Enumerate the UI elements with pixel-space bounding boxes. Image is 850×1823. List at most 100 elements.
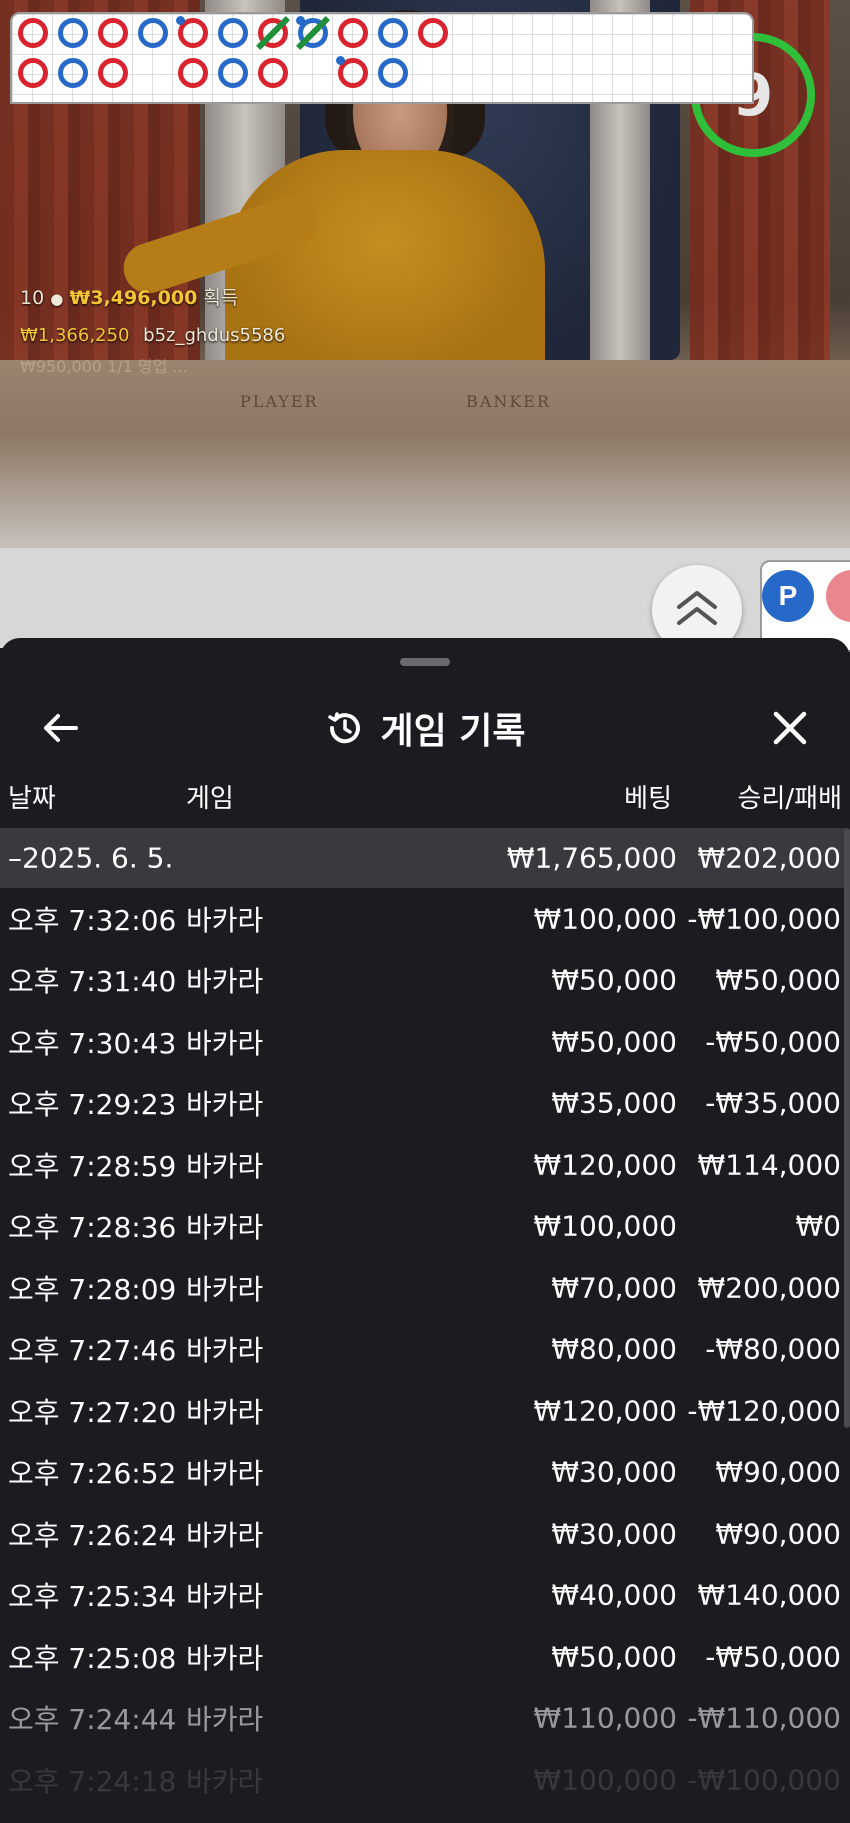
row-game: 바카라 xyxy=(186,965,264,999)
table-row[interactable]: 오후 7:26:52 바카라 ₩30,000 ₩90,000 xyxy=(0,1442,845,1504)
row-win-loss: ₩140,000 xyxy=(697,1578,841,1612)
pair-dot xyxy=(296,16,305,25)
row-bet: ₩50,000 xyxy=(551,1640,677,1674)
date-group-win-loss: ₩202,000 xyxy=(697,841,841,875)
row-win-loss: ₩90,000 xyxy=(715,1455,841,1489)
row-bet: ₩100,000 xyxy=(533,902,677,936)
back-arrow-icon[interactable] xyxy=(38,706,82,750)
row-win-loss: ₩0 xyxy=(795,1209,842,1243)
top-winner: ₩1,366,250 b5z_ghdus5586 xyxy=(20,325,285,346)
date-group-row[interactable]: –2025. 6. 5. ₩1,765,000 ₩202,000 xyxy=(0,828,845,888)
banker-bead xyxy=(18,18,48,48)
history-list[interactable]: –2025. 6. 5. ₩1,765,000 ₩202,000 오후 7:32… xyxy=(0,828,845,1811)
row-win-loss: ₩50,000 xyxy=(715,963,841,997)
row-bet: ₩30,000 xyxy=(551,1517,677,1551)
table-row[interactable]: 오후 7:31:40 바카라 ₩50,000 ₩50,000 xyxy=(0,950,845,1012)
row-bet: ₩120,000 xyxy=(533,1148,677,1182)
row-win-loss: ₩90,000 xyxy=(715,1517,841,1551)
table-row[interactable]: 오후 7:27:46 바카라 ₩80,000 -₩80,000 xyxy=(0,1319,845,1381)
player-bead xyxy=(138,18,168,48)
row-win-loss: -₩100,000 xyxy=(687,902,841,936)
bead-road[interactable] xyxy=(10,12,754,104)
winners-amount: ₩3,496,000 xyxy=(69,287,198,309)
row-game: 바카라 xyxy=(186,1518,264,1552)
person-icon: ● xyxy=(50,290,64,308)
row-game: 바카라 xyxy=(186,1703,264,1737)
row-win-loss: ₩114,000 xyxy=(697,1148,841,1182)
row-game: 바카라 xyxy=(186,1764,264,1798)
winners-suffix: 획득 xyxy=(203,287,239,309)
row-game: 바카라 xyxy=(186,903,264,937)
player-predict-badge[interactable]: P xyxy=(762,570,814,622)
table-player-label: PLAYER xyxy=(240,392,319,411)
banker-bead xyxy=(18,58,48,88)
table-row[interactable]: 오후 7:27:20 바카라 ₩120,000 -₩120,000 xyxy=(0,1380,845,1442)
col-bet: 베팅 xyxy=(624,784,672,814)
table-row[interactable]: 오후 7:29:23 바카라 ₩35,000 -₩35,000 xyxy=(0,1073,845,1135)
column-headers: 날짜 게임 베팅 승리/패배 xyxy=(0,778,850,818)
pair-dot xyxy=(336,56,345,65)
col-win-loss: 승리/패배 xyxy=(737,784,842,814)
row-win-loss: -₩100,000 xyxy=(687,1763,841,1797)
col-date: 날짜 xyxy=(8,784,56,814)
row-time: 오후 7:27:46 xyxy=(8,1334,177,1368)
row-time: 오후 7:25:34 xyxy=(8,1580,177,1614)
pair-dot xyxy=(176,16,185,25)
row-bet: ₩80,000 xyxy=(551,1332,677,1366)
row-game: 바카라 xyxy=(186,1149,264,1183)
row-win-loss: -₩110,000 xyxy=(687,1701,841,1735)
row-game: 바카라 xyxy=(186,1580,264,1614)
table-row[interactable]: 오후 7:28:09 바카라 ₩70,000 ₩200,000 xyxy=(0,1257,845,1319)
table-row[interactable]: 오후 7:24:18 바카라 ₩100,000 -₩100,000 xyxy=(0,1749,845,1811)
close-icon[interactable] xyxy=(768,706,812,750)
col-game: 게임 xyxy=(186,784,234,814)
table-row[interactable]: 오후 7:26:24 바카라 ₩30,000 ₩90,000 xyxy=(0,1503,845,1565)
row-time: 오후 7:31:40 xyxy=(8,965,177,999)
top-winner-amount: ₩1,366,250 xyxy=(20,325,130,346)
row-time: 오후 7:25:08 xyxy=(8,1641,177,1675)
row-win-loss: -₩35,000 xyxy=(705,1086,841,1120)
player-bead xyxy=(58,18,88,48)
banker-bead xyxy=(258,58,288,88)
row-time: 오후 7:24:44 xyxy=(8,1703,177,1737)
row-bet: ₩50,000 xyxy=(551,1025,677,1059)
row-game: 바카라 xyxy=(186,1395,264,1429)
row-game: 바카라 xyxy=(186,1334,264,1368)
row-bet: ₩120,000 xyxy=(533,1394,677,1428)
winners-summary: 10 ● ₩3,496,000 획득 xyxy=(20,283,238,310)
row-win-loss: -₩50,000 xyxy=(705,1640,841,1674)
date-group-label: –2025. 6. 5. xyxy=(8,841,174,875)
row-game: 바카라 xyxy=(186,1211,264,1245)
table-row[interactable]: 오후 7:25:34 바카라 ₩40,000 ₩140,000 xyxy=(0,1565,845,1627)
player-bead xyxy=(378,18,408,48)
row-time: 오후 7:24:18 xyxy=(8,1764,177,1798)
game-history-panel: 게임 기록 날짜 게임 베팅 승리/패배 –2025. 6. 5. ₩1,765… xyxy=(0,638,850,1823)
panel-header: 게임 기록 xyxy=(0,688,850,768)
row-time: 오후 7:28:09 xyxy=(8,1272,177,1306)
table-row[interactable]: 오후 7:32:06 바카라 ₩100,000 -₩100,000 xyxy=(0,888,845,950)
banker-bead xyxy=(98,58,128,88)
row-bet: ₩40,000 xyxy=(551,1578,677,1612)
date-group-bet: ₩1,765,000 xyxy=(506,841,677,875)
banker-bead xyxy=(338,18,368,48)
row-bet: ₩70,000 xyxy=(551,1271,677,1305)
row-time: 오후 7:28:59 xyxy=(8,1149,177,1183)
table-row[interactable]: 오후 7:30:43 바카라 ₩50,000 -₩50,000 xyxy=(0,1011,845,1073)
row-time: 오후 7:29:23 xyxy=(8,1088,177,1122)
table-row[interactable]: 오후 7:24:44 바카라 ₩110,000 -₩110,000 xyxy=(0,1688,845,1750)
row-bet: ₩100,000 xyxy=(533,1209,677,1243)
row-game: 바카라 xyxy=(186,1272,264,1306)
table-row[interactable]: 오후 7:25:08 바카라 ₩50,000 -₩50,000 xyxy=(0,1626,845,1688)
table-row[interactable]: 오후 7:28:36 바카라 ₩100,000 ₩0 xyxy=(0,1196,845,1258)
drag-handle[interactable] xyxy=(400,658,450,666)
table-row[interactable]: 오후 7:28:59 바카라 ₩120,000 ₩114,000 xyxy=(0,1134,845,1196)
player-bead xyxy=(218,58,248,88)
row-game: 바카라 xyxy=(186,1026,264,1060)
row-time: 오후 7:27:20 xyxy=(8,1395,177,1429)
row-bet: ₩30,000 xyxy=(551,1455,677,1489)
banker-bead xyxy=(418,18,448,48)
banker-bead xyxy=(98,18,128,48)
row-time: 오후 7:26:24 xyxy=(8,1518,177,1552)
banker-bead xyxy=(178,58,208,88)
scrollbar[interactable] xyxy=(844,828,850,1428)
